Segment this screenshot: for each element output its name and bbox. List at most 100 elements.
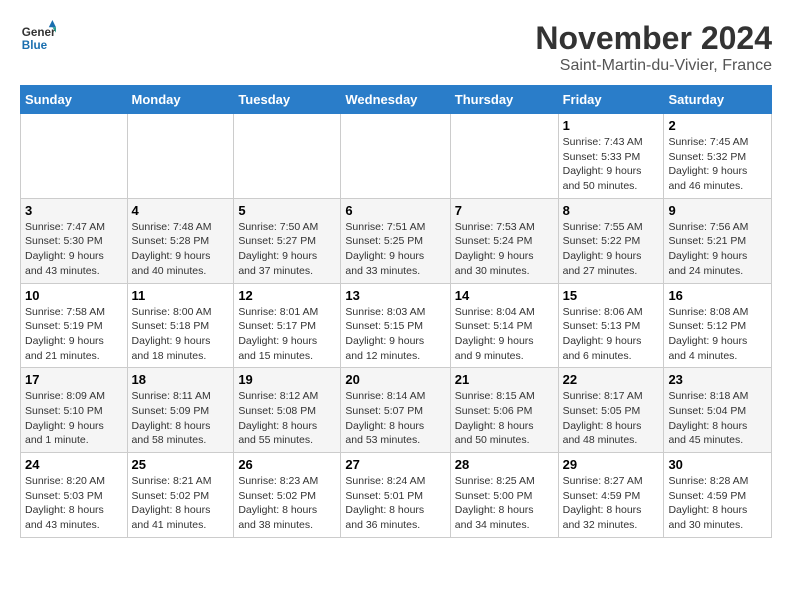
day-info: Sunrise: 8:20 AM Sunset: 5:03 PM Dayligh… bbox=[25, 474, 123, 533]
day-number: 26 bbox=[238, 457, 336, 472]
day-number: 7 bbox=[455, 203, 554, 218]
day-info: Sunrise: 8:11 AM Sunset: 5:09 PM Dayligh… bbox=[132, 389, 230, 448]
logo-icon: General Blue bbox=[20, 20, 56, 56]
day-info: Sunrise: 7:50 AM Sunset: 5:27 PM Dayligh… bbox=[238, 220, 336, 279]
calendar-cell bbox=[341, 114, 450, 199]
day-info: Sunrise: 8:14 AM Sunset: 5:07 PM Dayligh… bbox=[345, 389, 445, 448]
day-number: 13 bbox=[345, 288, 445, 303]
calendar-cell: 18 Sunrise: 8:11 AM Sunset: 5:09 PM Dayli… bbox=[127, 368, 234, 453]
svg-text:General: General bbox=[22, 26, 56, 39]
week-row-3: 10Sunrise: 7:58 AM Sunset: 5:19 PM Dayli… bbox=[21, 283, 772, 368]
day-number: 4 bbox=[132, 203, 230, 218]
day-number: 17 bbox=[25, 372, 123, 387]
day-info: Sunrise: 7:45 AM Sunset: 5:32 PM Dayligh… bbox=[668, 135, 767, 194]
weekday-header-tuesday: Tuesday bbox=[234, 86, 341, 114]
day-info: Sunrise: 8:23 AM Sunset: 5:02 PM Dayligh… bbox=[238, 474, 336, 533]
day-number: 14 bbox=[455, 288, 554, 303]
calendar-cell: 13 Sunrise: 8:03 AM Sunset: 5:15 PM Dayli… bbox=[341, 283, 450, 368]
day-info: Sunrise: 7:55 AM Sunset: 5:22 PM Dayligh… bbox=[563, 220, 660, 279]
day-number: 9 bbox=[668, 203, 767, 218]
day-info: Sunrise: 8:17 AM Sunset: 5:05 PM Dayligh… bbox=[563, 389, 660, 448]
day-info: Sunrise: 8:25 AM Sunset: 5:00 PM Dayligh… bbox=[455, 474, 554, 533]
calendar-cell: 11 Sunrise: 8:00 AM Sunset: 5:18 PM Dayli… bbox=[127, 283, 234, 368]
day-number: 21 bbox=[455, 372, 554, 387]
day-number: 19 bbox=[238, 372, 336, 387]
day-number: 3 bbox=[25, 203, 123, 218]
calendar-cell: 5 Sunrise: 7:50 AM Sunset: 5:27 PM Daylig… bbox=[234, 198, 341, 283]
page-header: General Blue November 2024 Saint-Martin-… bbox=[20, 20, 772, 75]
calendar-cell bbox=[127, 114, 234, 199]
day-info: Sunrise: 7:47 AM Sunset: 5:30 PM Dayligh… bbox=[25, 220, 123, 279]
calendar-cell: 21 Sunrise: 8:15 AM Sunset: 5:06 PM Dayli… bbox=[450, 368, 558, 453]
day-info: Sunrise: 8:09 AM Sunset: 5:10 PM Dayligh… bbox=[25, 389, 123, 448]
calendar-cell: 15 Sunrise: 8:06 AM Sunset: 5:13 PM Dayli… bbox=[558, 283, 664, 368]
day-number: 23 bbox=[668, 372, 767, 387]
day-info: Sunrise: 8:01 AM Sunset: 5:17 PM Dayligh… bbox=[238, 305, 336, 364]
calendar-cell bbox=[450, 114, 558, 199]
calendar-cell: 29 Sunrise: 8:27 AM Sunset: 4:59 PM Dayli… bbox=[558, 453, 664, 538]
title-area: November 2024 Saint-Martin-du-Vivier, Fr… bbox=[535, 20, 772, 75]
week-row-5: 24Sunrise: 8:20 AM Sunset: 5:03 PM Dayli… bbox=[21, 453, 772, 538]
day-info: Sunrise: 8:21 AM Sunset: 5:02 PM Dayligh… bbox=[132, 474, 230, 533]
day-number: 11 bbox=[132, 288, 230, 303]
calendar-cell: 25 Sunrise: 8:21 AM Sunset: 5:02 PM Dayli… bbox=[127, 453, 234, 538]
day-info: Sunrise: 8:24 AM Sunset: 5:01 PM Dayligh… bbox=[345, 474, 445, 533]
day-info: Sunrise: 8:27 AM Sunset: 4:59 PM Dayligh… bbox=[563, 474, 660, 533]
svg-text:Blue: Blue bbox=[22, 39, 48, 52]
calendar-cell: 4 Sunrise: 7:48 AM Sunset: 5:28 PM Daylig… bbox=[127, 198, 234, 283]
day-info: Sunrise: 7:53 AM Sunset: 5:24 PM Dayligh… bbox=[455, 220, 554, 279]
calendar-cell: 10Sunrise: 7:58 AM Sunset: 5:19 PM Dayli… bbox=[21, 283, 128, 368]
day-info: Sunrise: 7:43 AM Sunset: 5:33 PM Dayligh… bbox=[563, 135, 660, 194]
day-info: Sunrise: 8:28 AM Sunset: 4:59 PM Dayligh… bbox=[668, 474, 767, 533]
day-number: 16 bbox=[668, 288, 767, 303]
weekday-header-saturday: Saturday bbox=[664, 86, 772, 114]
day-number: 6 bbox=[345, 203, 445, 218]
day-number: 15 bbox=[563, 288, 660, 303]
calendar-cell: 26 Sunrise: 8:23 AM Sunset: 5:02 PM Dayli… bbox=[234, 453, 341, 538]
day-number: 27 bbox=[345, 457, 445, 472]
calendar-cell: 7 Sunrise: 7:53 AM Sunset: 5:24 PM Daylig… bbox=[450, 198, 558, 283]
day-info: Sunrise: 7:48 AM Sunset: 5:28 PM Dayligh… bbox=[132, 220, 230, 279]
calendar-cell bbox=[21, 114, 128, 199]
calendar-cell: 12 Sunrise: 8:01 AM Sunset: 5:17 PM Dayli… bbox=[234, 283, 341, 368]
day-number: 20 bbox=[345, 372, 445, 387]
week-row-2: 3 Sunrise: 7:47 AM Sunset: 5:30 PM Daylig… bbox=[21, 198, 772, 283]
weekday-header-sunday: Sunday bbox=[21, 86, 128, 114]
day-info: Sunrise: 8:06 AM Sunset: 5:13 PM Dayligh… bbox=[563, 305, 660, 364]
day-number: 10 bbox=[25, 288, 123, 303]
day-number: 5 bbox=[238, 203, 336, 218]
day-number: 30 bbox=[668, 457, 767, 472]
day-number: 29 bbox=[563, 457, 660, 472]
calendar-cell: 23 Sunrise: 8:18 AM Sunset: 5:04 PM Dayli… bbox=[664, 368, 772, 453]
calendar-cell: 28 Sunrise: 8:25 AM Sunset: 5:00 PM Dayli… bbox=[450, 453, 558, 538]
calendar-cell: 19Sunrise: 8:12 AM Sunset: 5:08 PM Dayli… bbox=[234, 368, 341, 453]
calendar-cell: 17 Sunrise: 8:09 AM Sunset: 5:10 PM Dayli… bbox=[21, 368, 128, 453]
calendar-cell: 1Sunrise: 7:43 AM Sunset: 5:33 PM Daylig… bbox=[558, 114, 664, 199]
calendar-cell: 14 Sunrise: 8:04 AM Sunset: 5:14 PM Dayli… bbox=[450, 283, 558, 368]
day-info: Sunrise: 8:04 AM Sunset: 5:14 PM Dayligh… bbox=[455, 305, 554, 364]
calendar-cell: 22Sunrise: 8:17 AM Sunset: 5:05 PM Dayli… bbox=[558, 368, 664, 453]
calendar-cell: 6Sunrise: 7:51 AM Sunset: 5:25 PM Daylig… bbox=[341, 198, 450, 283]
location-title: Saint-Martin-du-Vivier, France bbox=[535, 57, 772, 75]
calendar-cell: 27 Sunrise: 8:24 AM Sunset: 5:01 PM Dayli… bbox=[341, 453, 450, 538]
logo: General Blue bbox=[20, 20, 56, 56]
calendar-cell: 9 Sunrise: 7:56 AM Sunset: 5:21 PM Daylig… bbox=[664, 198, 772, 283]
week-row-1: 1Sunrise: 7:43 AM Sunset: 5:33 PM Daylig… bbox=[21, 114, 772, 199]
day-number: 28 bbox=[455, 457, 554, 472]
calendar-table: SundayMondayTuesdayWednesdayThursdayFrid… bbox=[20, 85, 772, 538]
day-info: Sunrise: 8:00 AM Sunset: 5:18 PM Dayligh… bbox=[132, 305, 230, 364]
day-info: Sunrise: 8:03 AM Sunset: 5:15 PM Dayligh… bbox=[345, 305, 445, 364]
calendar-cell: 3 Sunrise: 7:47 AM Sunset: 5:30 PM Daylig… bbox=[21, 198, 128, 283]
day-info: Sunrise: 8:18 AM Sunset: 5:04 PM Dayligh… bbox=[668, 389, 767, 448]
day-info: Sunrise: 7:56 AM Sunset: 5:21 PM Dayligh… bbox=[668, 220, 767, 279]
day-info: Sunrise: 8:08 AM Sunset: 5:12 PM Dayligh… bbox=[668, 305, 767, 364]
day-number: 8 bbox=[563, 203, 660, 218]
day-number: 12 bbox=[238, 288, 336, 303]
calendar-cell: 24Sunrise: 8:20 AM Sunset: 5:03 PM Dayli… bbox=[21, 453, 128, 538]
weekday-header-wednesday: Wednesday bbox=[341, 86, 450, 114]
day-info: Sunrise: 8:15 AM Sunset: 5:06 PM Dayligh… bbox=[455, 389, 554, 448]
day-number: 18 bbox=[132, 372, 230, 387]
day-number: 25 bbox=[132, 457, 230, 472]
calendar-cell: 16 Sunrise: 8:08 AM Sunset: 5:12 PM Dayli… bbox=[664, 283, 772, 368]
weekday-header-friday: Friday bbox=[558, 86, 664, 114]
